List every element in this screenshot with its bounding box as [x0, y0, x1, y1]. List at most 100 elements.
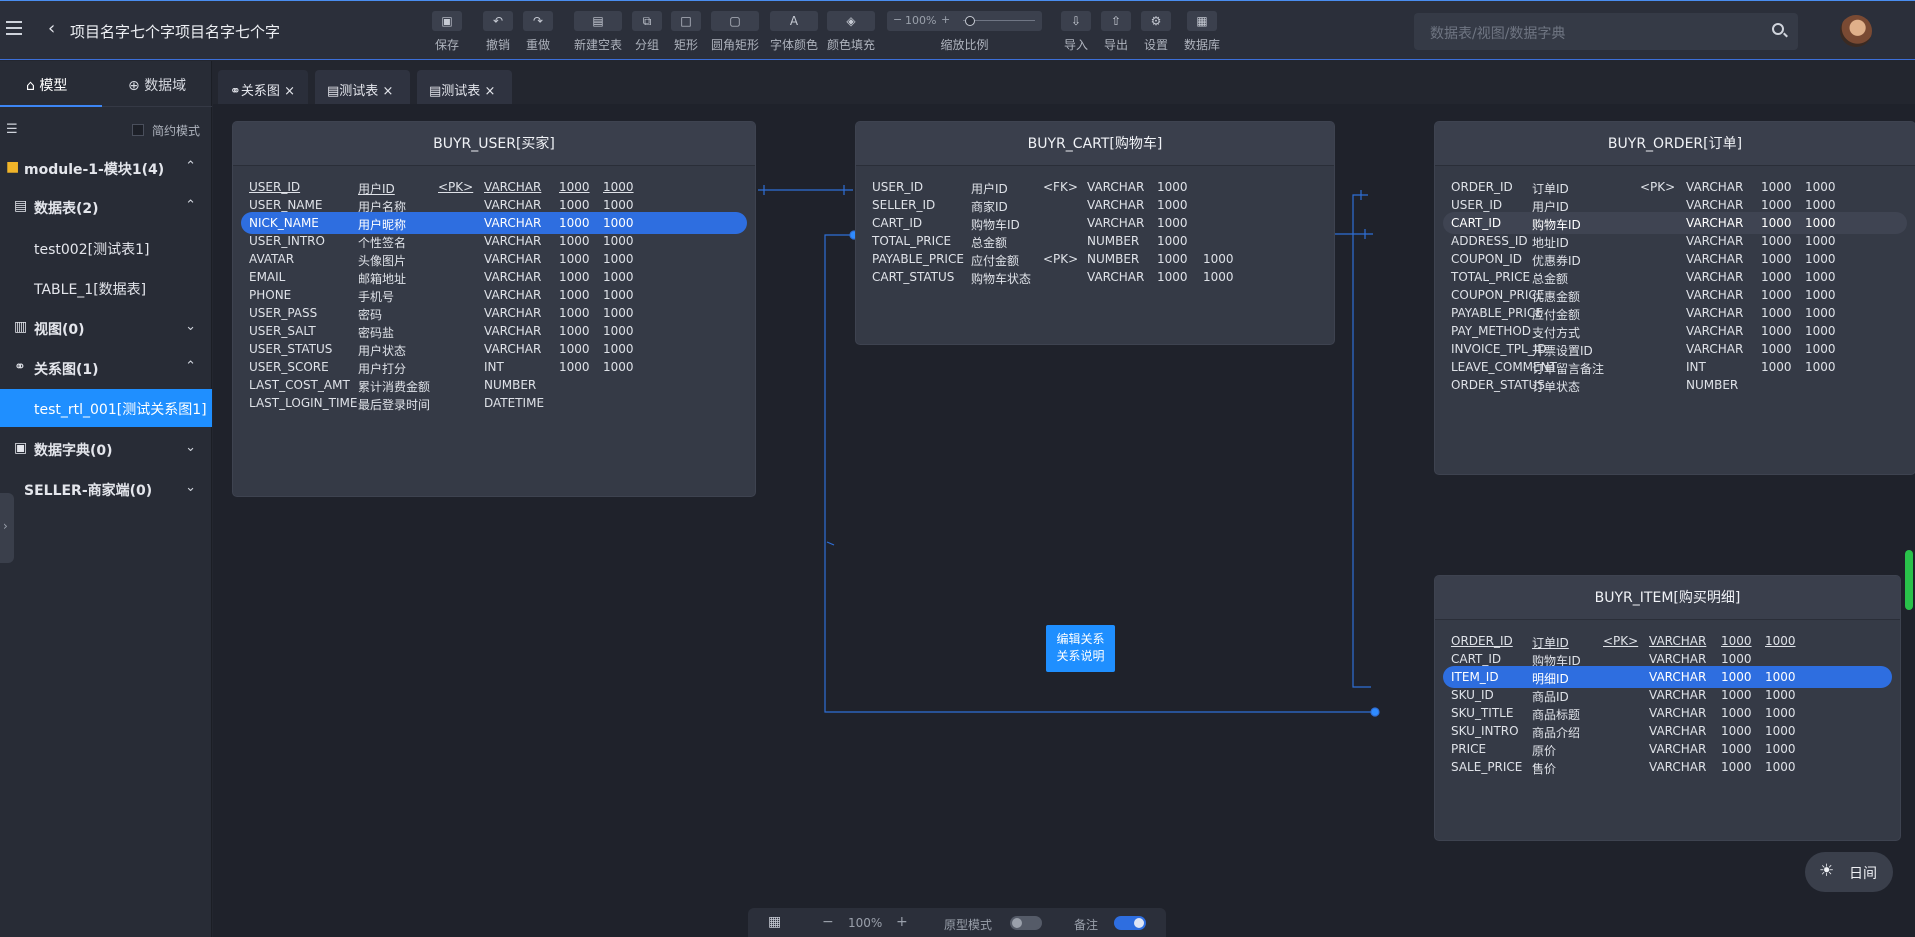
- table-card-buyr-user[interactable]: BUYR_USER[买家] USER_ID 用户ID <PK> VARCHAR 1000…: [233, 122, 755, 496]
- settings-button[interactable]: ⚙ 设置: [1141, 11, 1171, 53]
- table-cell: VARCHAR: [1686, 216, 1744, 230]
- new-table-button[interactable]: ▤ 新建空表: [574, 11, 622, 53]
- grid-icon[interactable]: ▦: [768, 914, 781, 930]
- table-cell: AVATAR: [249, 252, 295, 266]
- table-cell: VARCHAR: [1087, 198, 1145, 212]
- sidebar-item-dictionary[interactable]: ▣ 数据字典(0) ⌄: [0, 430, 212, 468]
- zoom-out-icon[interactable]: −: [893, 13, 902, 26]
- table-cell: VARCHAR: [484, 252, 542, 266]
- table-cell: VARCHAR: [1686, 324, 1744, 338]
- table-cell: 1000: [1721, 760, 1752, 774]
- sidebar-item-seller[interactable]: SELLER-商家端(0) ⌄: [0, 470, 212, 508]
- sidebar-item-tables[interactable]: ▤ 数据表(2) ⌃: [0, 188, 212, 226]
- tab-domain[interactable]: ⊕ 数据域: [128, 75, 186, 95]
- back-arrow-icon[interactable]: ‹: [48, 18, 55, 39]
- table-card-buyr-order[interactable]: BUYR_ORDER[订单] ORDER_ID 订单ID <PK> VARCHAR 10…: [1435, 122, 1915, 474]
- tab-test-table-1[interactable]: ▤测试表 ×: [315, 70, 410, 104]
- table-cell: 1000: [603, 216, 634, 230]
- tab-test-table-2[interactable]: ▤测试表 ×: [417, 70, 512, 104]
- table-card-buyr-cart[interactable]: BUYR_CART[购物车] USER_ID 用户ID <FK> VARCHAR 100…: [856, 122, 1334, 344]
- table-cell: 1000: [1761, 234, 1792, 248]
- remark-label: 备注: [1074, 918, 1099, 932]
- rect-icon: □: [671, 11, 701, 31]
- zoom-control[interactable]: − 100% + 缩放比例: [887, 11, 1042, 53]
- chevron-up-icon: ⌃: [185, 159, 196, 174]
- zoom-slider[interactable]: − 100% +: [887, 11, 1042, 31]
- search-icon[interactable]: [1772, 23, 1784, 35]
- zoom-out-icon[interactable]: −: [822, 914, 834, 930]
- sidebar-item-views[interactable]: ▥ 视图(0) ⌄: [0, 309, 212, 347]
- import-button[interactable]: ⇩ 导入: [1061, 11, 1091, 53]
- table-cell: PHONE: [249, 288, 292, 302]
- sidebar-item-test-rtl[interactable]: test_rtl_001[测试关系图1]: [0, 389, 212, 427]
- table-cell: 1000: [1761, 180, 1792, 194]
- day-mode-button[interactable]: ☀ 日间: [1805, 852, 1893, 892]
- scrollbar-thumb[interactable]: [1905, 550, 1913, 610]
- chevron-up-icon: ⌃: [185, 198, 196, 213]
- list-icon[interactable]: ☰: [6, 122, 18, 137]
- chevron-down-icon: ⌄: [185, 440, 196, 455]
- table-cell: <PK>: [1603, 634, 1639, 648]
- export-button[interactable]: ⇧ 导出: [1101, 11, 1131, 53]
- table-cell: SELLER_ID: [872, 198, 936, 212]
- simple-mode-label: 简约模式: [152, 124, 201, 138]
- table-row[interactable]: ORDER_STATUS 订单状态 NUMBER: [1443, 374, 1907, 396]
- sidebar-item-table1[interactable]: TABLE_1[数据表]: [0, 269, 212, 307]
- redo-button[interactable]: ↷ 重做: [523, 11, 553, 53]
- table-cell: 1000: [559, 306, 590, 320]
- close-icon[interactable]: ×: [484, 84, 495, 99]
- table-cell: VARCHAR: [484, 306, 542, 320]
- save-button[interactable]: ▣ 保存: [432, 11, 462, 53]
- table-cell: VARCHAR: [1087, 270, 1145, 284]
- round-rect-button[interactable]: ▢ 圆角矩形: [711, 11, 759, 53]
- sidebar-item-module[interactable]: ■ module-1-模块1(4) ⌃: [0, 149, 212, 187]
- table-card-buyr-item[interactable]: BUYR_ITEM[购买明细] ORDER_ID 订单ID <PK> VARCHAR 1…: [1435, 576, 1900, 840]
- bottom-bar: ▦ − 100% + 原型模式 备注: [748, 908, 1166, 937]
- close-icon[interactable]: ×: [382, 84, 393, 99]
- table-cell: SKU_INTRO: [1451, 724, 1519, 738]
- tab-relation[interactable]: ⚭关系图 ×: [218, 70, 308, 104]
- drawer-handle[interactable]: ›: [0, 493, 14, 563]
- zoom-in-icon[interactable]: +: [941, 13, 950, 26]
- diagram-canvas[interactable]: BUYR_USER[买家] USER_ID 用户ID <PK> VARCHAR 1000…: [213, 104, 1915, 937]
- table-cell: VARCHAR: [1087, 216, 1145, 230]
- group-button[interactable]: ⧉ 分组: [632, 11, 662, 53]
- fill-color-button[interactable]: ◈ 颜色填充: [827, 11, 875, 53]
- table-cell: <FK>: [1043, 180, 1078, 194]
- table-cell: 1000: [1805, 306, 1836, 320]
- app: ‹ 项目名字七个字项目名字七个字 ▣ 保存 ↶ 撤销 ↷ 重做 ▤ 新建空表 ⧉ 分组 □…: [0, 0, 1915, 937]
- table-cell: 1000: [1157, 198, 1188, 212]
- prototype-toggle[interactable]: [1010, 916, 1042, 930]
- rect-button[interactable]: □ 矩形: [671, 11, 701, 53]
- table-cell: VARCHAR: [1649, 724, 1707, 738]
- relation-note[interactable]: 编辑关系 关系说明: [1046, 625, 1115, 672]
- close-icon[interactable]: ×: [284, 84, 295, 99]
- remark-toggle[interactable]: [1114, 916, 1146, 930]
- zoom-thumb[interactable]: [965, 16, 975, 26]
- export-icon: ⇧: [1101, 11, 1131, 31]
- sidebar-item-relations[interactable]: ⚭ 关系图(1) ⌃: [0, 349, 212, 387]
- table-cell: VARCHAR: [484, 270, 542, 284]
- table-row[interactable]: LAST_LOGIN_TIME 最后登录时间 DATETIME: [241, 392, 747, 414]
- table-cell: CART_ID: [1451, 216, 1502, 230]
- table-cell: VARCHAR: [484, 180, 542, 194]
- menu-icon[interactable]: [6, 21, 22, 35]
- sidebar-item-test002[interactable]: test002[测试表1]: [0, 229, 212, 267]
- tab-model[interactable]: ⌂ 模型: [26, 75, 67, 95]
- table-row[interactable]: SALE_PRICE 售价 VARCHAR 1000 1000: [1443, 756, 1892, 778]
- import-icon: ⇩: [1061, 11, 1091, 31]
- undo-button[interactable]: ↶ 撤销: [483, 11, 513, 53]
- font-color-button[interactable]: A 字体颜色: [770, 11, 818, 53]
- table-cell: 1000: [1157, 216, 1188, 230]
- zoom-value: 100%: [848, 916, 883, 930]
- table-cell: 1000: [1805, 252, 1836, 266]
- table-cell: INT: [1686, 360, 1706, 374]
- avatar[interactable]: [1840, 15, 1872, 47]
- database-button[interactable]: ▦ 数据库: [1184, 11, 1220, 53]
- table-row[interactable]: CART_STATUS 购物车状态 VARCHAR 1000 1000: [864, 266, 1326, 288]
- zoom-in-icon[interactable]: +: [896, 914, 908, 930]
- search-box[interactable]: 数据表/视图/数据字典: [1414, 13, 1798, 50]
- simple-mode-checkbox[interactable]: [132, 124, 144, 136]
- table-cell: 1000: [1805, 234, 1836, 248]
- table-cell: 1000: [1805, 216, 1836, 230]
